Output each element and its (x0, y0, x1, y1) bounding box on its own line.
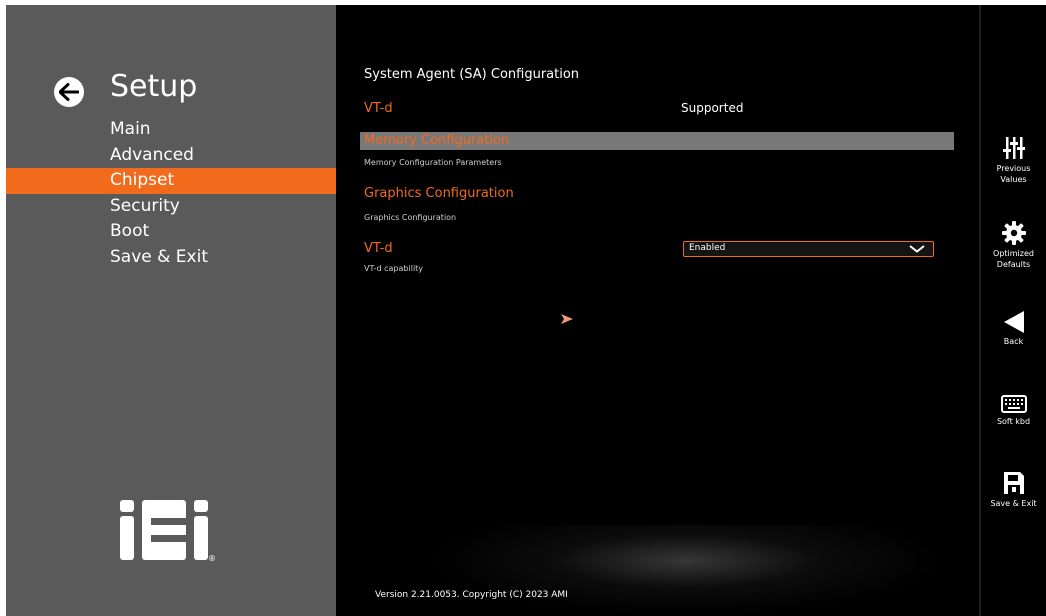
graphics-configuration-help: Graphics Configuration (364, 213, 457, 222)
soft-keyboard-label: Soft kbd (996, 417, 1031, 426)
menu-item-boot[interactable]: Boot (6, 219, 336, 245)
back-triangle-icon (1003, 311, 1024, 333)
main-menu: Main Advanced Chipset Security Boot Save… (6, 117, 336, 270)
previous-values-button[interactable]: Previous Values (981, 136, 1046, 185)
vtd-supported-value: Supported (681, 101, 744, 115)
mouse-cursor-icon (561, 314, 573, 324)
optimized-defaults-button[interactable]: Optimized Defaults (981, 221, 1046, 270)
save-exit-button[interactable]: Save & Exit (981, 471, 1046, 509)
sidebar: Setup Main Advanced Chipset Security Boo… (6, 5, 336, 616)
iei-logo: ® (120, 498, 220, 568)
save-icon (1003, 472, 1024, 494)
main-panel: System Agent (SA) Configuration VT-d Sup… (336, 5, 979, 616)
keyboard-icon (1000, 395, 1027, 413)
graphics-configuration-link[interactable]: Graphics Configuration (364, 186, 514, 201)
vtd-setting-label: VT-d (364, 241, 393, 256)
version-text: Version 2.21.0053. Copyright (C) 2023 AM… (375, 590, 568, 600)
bios-screen: Setup Main Advanced Chipset Security Boo… (6, 5, 1046, 616)
vtd-supported-label: VT-d (364, 101, 393, 116)
setup-title: Setup (110, 69, 198, 104)
chevron-down-icon (909, 245, 925, 253)
memory-configuration-link[interactable]: Memory Configuration (364, 133, 509, 148)
optimized-defaults-label: Optimized Defaults (993, 249, 1034, 269)
back-arrow-icon[interactable] (54, 77, 84, 107)
vtd-dropdown-value: Enabled (689, 243, 726, 253)
vtd-setting-help: VT-d capability (364, 264, 424, 273)
previous-values-label: Previous Values (996, 164, 1031, 184)
menu-item-advanced[interactable]: Advanced (6, 143, 336, 169)
menu-item-chipset[interactable]: Chipset (6, 168, 336, 194)
back-label: Back (1003, 337, 1024, 346)
menu-item-security[interactable]: Security (6, 194, 336, 220)
menu-item-save-exit[interactable]: Save & Exit (6, 245, 336, 271)
sliders-icon (1002, 137, 1025, 159)
section-title: System Agent (SA) Configuration (364, 67, 580, 82)
registered-mark: ® (208, 554, 216, 563)
soft-keyboard-button[interactable]: Soft kbd (981, 395, 1046, 427)
menu-item-main[interactable]: Main (6, 117, 336, 143)
floor-glow (426, 525, 946, 615)
gear-icon (1001, 221, 1026, 245)
memory-configuration-help: Memory Configuration Parameters (364, 158, 502, 167)
save-exit-label: Save & Exit (990, 499, 1037, 508)
toolbar: Previous Values Optimized Defaults Back … (981, 5, 1046, 616)
back-button[interactable]: Back (981, 311, 1046, 347)
vtd-dropdown[interactable]: Enabled (683, 241, 934, 257)
